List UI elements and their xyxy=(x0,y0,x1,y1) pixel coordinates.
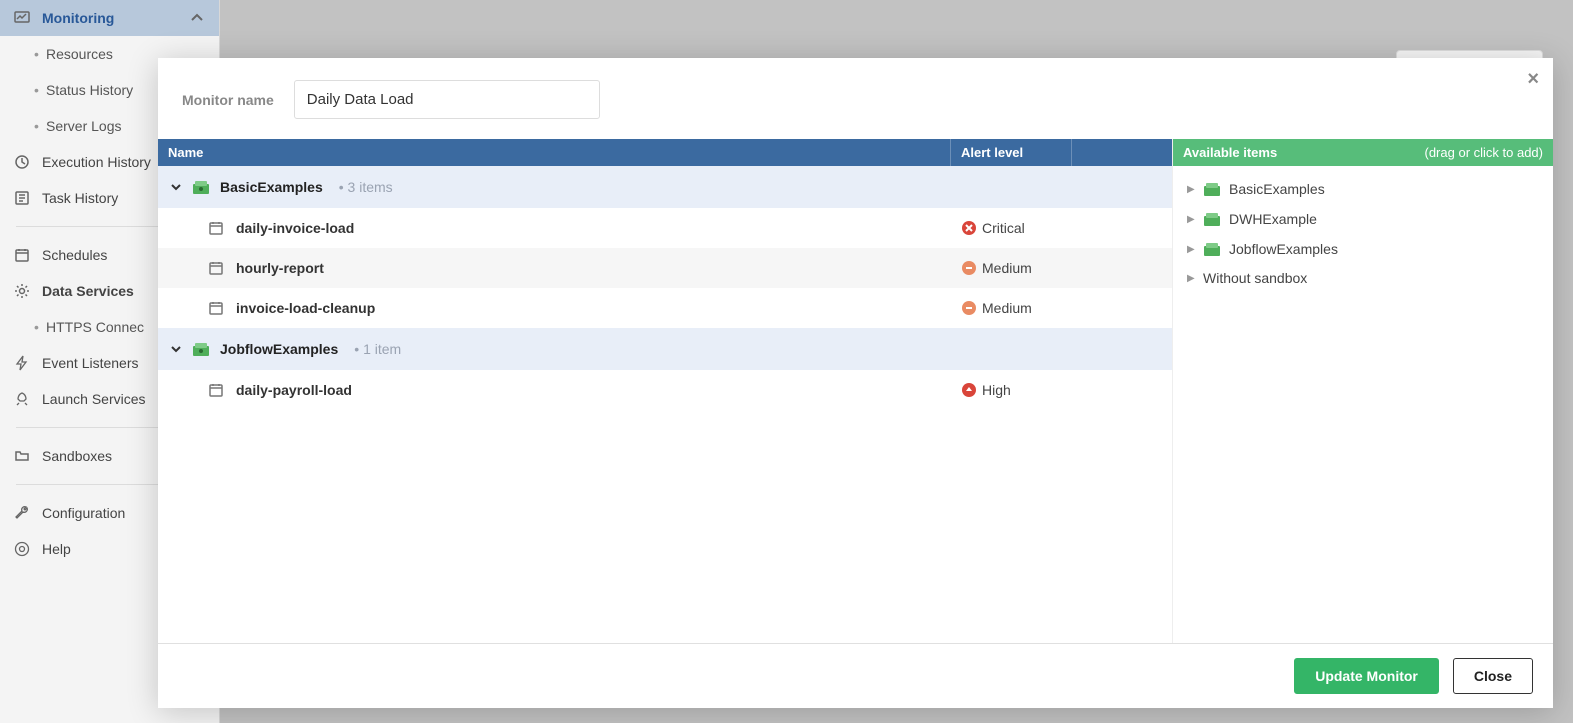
group-name: JobflowExamples xyxy=(220,341,338,357)
group-count: • 1 item xyxy=(354,341,401,357)
available-label: DWHExample xyxy=(1229,211,1317,227)
bolt-icon xyxy=(14,355,30,371)
triangle-right-icon: ▶ xyxy=(1187,244,1195,255)
alert-level: High xyxy=(982,382,1011,398)
item-name: invoice-load-cleanup xyxy=(236,300,375,316)
item-row[interactable]: invoice-load-cleanup Medium xyxy=(158,288,1172,328)
history-icon xyxy=(14,154,30,170)
task-history-icon xyxy=(14,190,30,206)
item-name: daily-invoice-load xyxy=(236,220,354,236)
available-item[interactable]: ▶ DWHExample xyxy=(1173,204,1553,234)
sandbox-icon xyxy=(1203,210,1221,228)
table-header: Name Alert level xyxy=(158,139,1172,166)
item-row[interactable]: daily-invoice-load Critical xyxy=(158,208,1172,248)
schedule-icon xyxy=(208,260,224,276)
monitor-name-input[interactable] xyxy=(294,80,600,119)
schedule-icon xyxy=(208,300,224,316)
schedule-icon xyxy=(208,220,224,236)
group-row-basicexamples[interactable]: BasicExamples • 3 items xyxy=(158,166,1172,208)
triangle-right-icon: ▶ xyxy=(1187,214,1195,225)
column-extra xyxy=(1072,139,1172,166)
item-row[interactable]: hourly-report Medium xyxy=(158,248,1172,288)
alert-high-icon xyxy=(962,383,976,397)
available-item[interactable]: ▶ Without sandbox xyxy=(1173,264,1553,292)
sandbox-icon xyxy=(1203,180,1221,198)
alert-level: Critical xyxy=(982,220,1025,236)
alert-level: Medium xyxy=(982,300,1032,316)
chevron-up-icon xyxy=(189,10,205,26)
gear-icon xyxy=(14,283,30,299)
available-items-pane: Available items (drag or click to add) ▶… xyxy=(1172,139,1553,643)
alert-level: Medium xyxy=(982,260,1032,276)
folder-icon xyxy=(14,448,30,464)
item-name: hourly-report xyxy=(236,260,324,276)
triangle-right-icon: ▶ xyxy=(1187,273,1195,284)
triangle-right-icon: ▶ xyxy=(1187,184,1195,195)
edit-monitor-modal: × Monitor name Name Alert level BasicExa… xyxy=(158,58,1553,708)
alert-critical-icon xyxy=(962,221,976,235)
modal-header: Monitor name xyxy=(158,58,1553,139)
sidebar-item-monitoring[interactable]: Monitoring xyxy=(0,0,219,36)
alert-medium-icon xyxy=(962,261,976,275)
chevron-down-icon xyxy=(170,341,182,357)
monitor-icon xyxy=(14,10,30,26)
sidebar-label: Monitoring xyxy=(42,10,114,26)
monitor-name-label: Monitor name xyxy=(182,92,274,108)
close-button[interactable]: Close xyxy=(1453,658,1533,694)
available-item[interactable]: ▶ JobflowExamples xyxy=(1173,234,1553,264)
sandbox-icon xyxy=(192,340,210,358)
group-name: BasicExamples xyxy=(220,179,323,195)
rocket-icon xyxy=(14,391,30,407)
modal-footer: Update Monitor Close xyxy=(158,643,1553,708)
available-item[interactable]: ▶ BasicExamples xyxy=(1173,174,1553,204)
calendar-icon xyxy=(14,247,30,263)
available-header: Available items (drag or click to add) xyxy=(1173,139,1553,166)
available-label: BasicExamples xyxy=(1229,181,1325,197)
close-icon[interactable]: × xyxy=(1527,68,1539,91)
sandbox-icon xyxy=(192,178,210,196)
column-alert: Alert level xyxy=(951,139,1072,166)
wrench-icon xyxy=(14,505,30,521)
update-monitor-button[interactable]: Update Monitor xyxy=(1294,658,1439,694)
available-hint: (drag or click to add) xyxy=(1425,145,1544,160)
schedule-icon xyxy=(208,382,224,398)
help-icon xyxy=(14,541,30,557)
alert-medium-icon xyxy=(962,301,976,315)
column-name: Name xyxy=(158,139,951,166)
available-title: Available items xyxy=(1183,145,1277,160)
chevron-down-icon xyxy=(170,179,182,195)
group-row-jobflowexamples[interactable]: JobflowExamples • 1 item xyxy=(158,328,1172,370)
item-name: daily-payroll-load xyxy=(236,382,352,398)
sandbox-icon xyxy=(1203,240,1221,258)
available-label: Without sandbox xyxy=(1203,270,1307,286)
available-label: JobflowExamples xyxy=(1229,241,1338,257)
group-count: • 3 items xyxy=(339,179,393,195)
selected-items-pane: Name Alert level BasicExamples • 3 items… xyxy=(158,139,1172,643)
item-row[interactable]: daily-payroll-load High xyxy=(158,370,1172,410)
